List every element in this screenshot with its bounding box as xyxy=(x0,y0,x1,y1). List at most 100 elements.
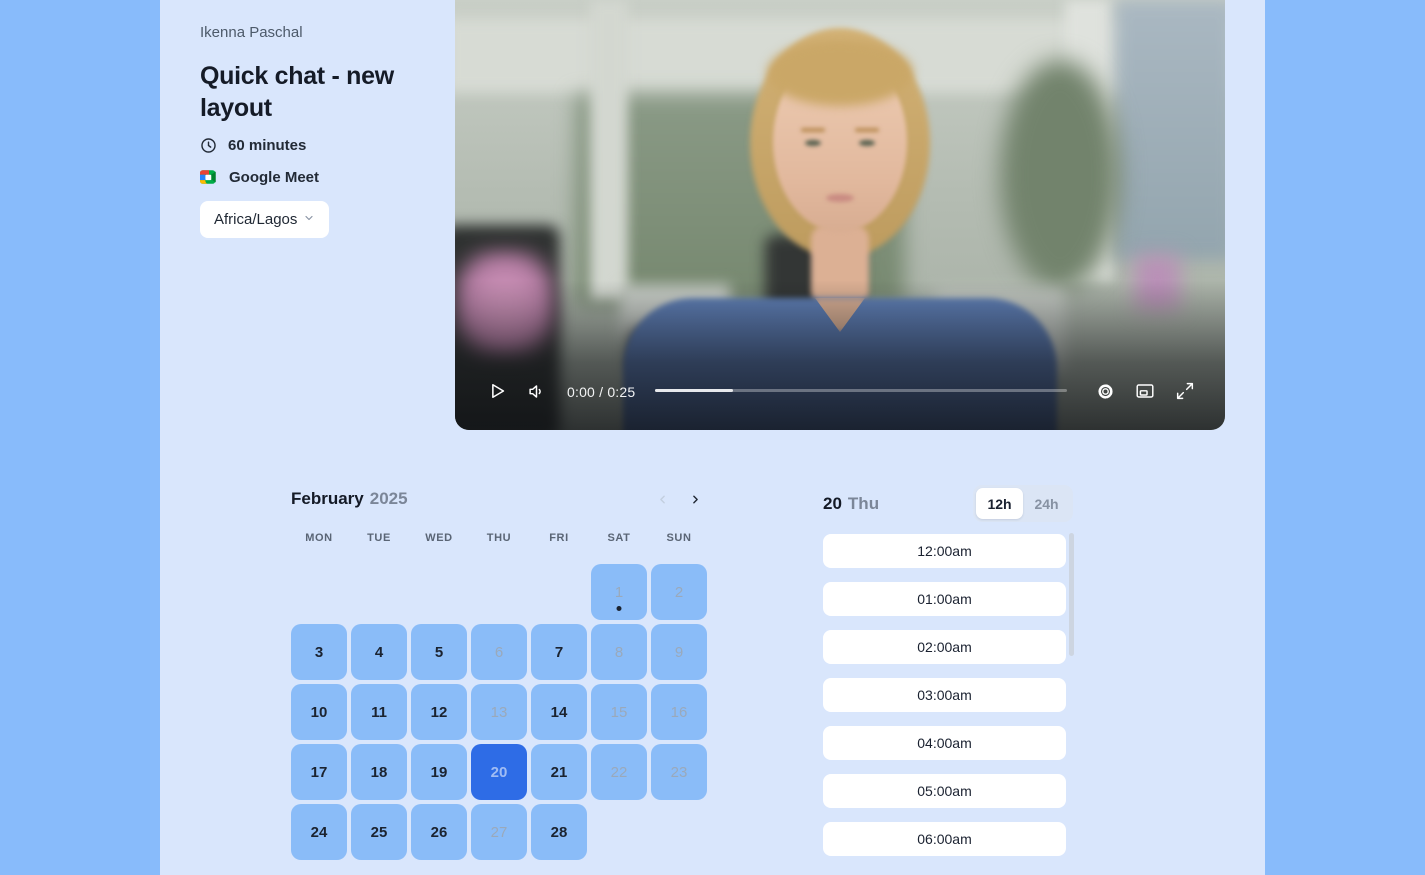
controls-gradient xyxy=(455,280,1225,430)
calendar-day[interactable]: 10 xyxy=(291,684,347,740)
scrollbar-thumb[interactable] xyxy=(1069,533,1074,656)
chevron-down-icon xyxy=(303,211,315,228)
calendar-day-number: 11 xyxy=(371,704,387,721)
next-month-button[interactable] xyxy=(683,487,707,511)
prev-month-button xyxy=(650,487,674,511)
google-meet-icon xyxy=(200,170,218,184)
timezone-value: Africa/Lagos xyxy=(214,211,297,228)
calendar-day-number: 21 xyxy=(551,764,568,781)
weekday-label: FRI xyxy=(531,532,587,544)
duration-label: 60 minutes xyxy=(228,137,306,154)
calendar-day-number: 22 xyxy=(611,764,628,781)
event-title: Quick chat - new layout xyxy=(200,60,425,124)
calendar-day-number: 10 xyxy=(311,704,328,721)
calendar-day-number: 6 xyxy=(495,644,503,661)
calendar-day-number: 3 xyxy=(315,644,323,661)
time-slot[interactable]: 12:00am xyxy=(823,534,1066,568)
time-slot[interactable]: 04:00am xyxy=(823,726,1066,760)
weekday-label: WED xyxy=(411,532,467,544)
selected-day-weekday: Thu xyxy=(848,494,879,514)
presenter-brow xyxy=(855,128,879,132)
presenter-brow xyxy=(801,128,825,132)
calendar-day-number: 20 xyxy=(491,764,508,781)
settings-icon[interactable] xyxy=(1093,379,1117,403)
play-button[interactable] xyxy=(485,379,509,403)
progress-bar[interactable] xyxy=(655,389,1067,392)
calendar-day-number: 27 xyxy=(491,824,508,841)
weekday-label: SUN xyxy=(651,532,707,544)
picture-in-picture-icon[interactable] xyxy=(1133,379,1157,403)
calendar-day[interactable]: 12 xyxy=(411,684,467,740)
calendar-day: 13 xyxy=(471,684,527,740)
calendar-day[interactable]: 20 xyxy=(471,744,527,800)
time-display: 0:00 / 0:25 xyxy=(567,384,635,400)
calendar-header: February 2025 xyxy=(291,487,707,511)
time-format-toggle: 12h 24h xyxy=(973,485,1073,522)
calendar-month: February xyxy=(291,489,364,509)
calendar-day[interactable]: 24 xyxy=(291,804,347,860)
presenter-hairline xyxy=(767,40,913,106)
calendar-day: 23 xyxy=(651,744,707,800)
weekday-label: THU xyxy=(471,532,527,544)
calendar-day[interactable]: 28 xyxy=(531,804,587,860)
clock-icon xyxy=(200,137,217,154)
toggle-24h[interactable]: 24h xyxy=(1023,488,1070,519)
calendar-day-number: 13 xyxy=(491,704,508,721)
time-slot[interactable]: 02:00am xyxy=(823,630,1066,664)
calendar-day-number: 16 xyxy=(671,704,688,721)
content-panel: Ikenna Paschal Quick chat - new layout 6… xyxy=(160,0,1265,875)
calendar-year: 2025 xyxy=(370,489,408,509)
calendar: February 2025 MONT xyxy=(291,487,707,860)
calendar-day[interactable]: 11 xyxy=(351,684,407,740)
time-slot[interactable]: 06:00am xyxy=(823,822,1066,856)
calendar-day[interactable]: 7 xyxy=(531,624,587,680)
calendar-day-number: 24 xyxy=(311,824,328,841)
calendar-day[interactable]: 4 xyxy=(351,624,407,680)
presenter-lips xyxy=(826,194,854,202)
calendar-day[interactable]: 26 xyxy=(411,804,467,860)
toggle-12h[interactable]: 12h xyxy=(976,488,1023,519)
weekday-label: SAT xyxy=(591,532,647,544)
calendar-day[interactable]: 21 xyxy=(531,744,587,800)
selected-day-number: 20 xyxy=(823,494,842,514)
calendar-day-number: 8 xyxy=(615,644,623,661)
calendar-day-number: 25 xyxy=(371,824,388,841)
calendar-day[interactable]: 18 xyxy=(351,744,407,800)
volume-button[interactable] xyxy=(524,379,548,403)
time-slot[interactable]: 01:00am xyxy=(823,582,1066,616)
calendar-day: 1 xyxy=(591,564,647,620)
calendar-day[interactable]: 17 xyxy=(291,744,347,800)
calendar-day[interactable]: 25 xyxy=(351,804,407,860)
calendar-day: 22 xyxy=(591,744,647,800)
location-label: Google Meet xyxy=(229,169,319,186)
presenter-eye xyxy=(805,140,821,146)
location-row: Google Meet xyxy=(200,168,319,186)
calendar-day[interactable]: 19 xyxy=(411,744,467,800)
calendar-day-number: 17 xyxy=(311,764,328,781)
time-slot[interactable]: 03:00am xyxy=(823,678,1066,712)
calendar-day-number: 5 xyxy=(435,644,443,661)
calendar-day-number: 19 xyxy=(431,764,448,781)
progress-played xyxy=(655,389,733,392)
calendar-nav xyxy=(650,487,707,511)
calendar-day-number: 23 xyxy=(671,764,688,781)
calendar-day: 8 xyxy=(591,624,647,680)
calendar-day-number: 26 xyxy=(431,824,448,841)
video-player[interactable]: 0:00 / 0:25 xyxy=(455,0,1225,430)
calendar-day: 16 xyxy=(651,684,707,740)
calendar-day-number: 28 xyxy=(551,824,568,841)
scene-window-mountains xyxy=(1115,0,1225,260)
calendar-day[interactable]: 5 xyxy=(411,624,467,680)
host-name: Ikenna Paschal xyxy=(200,24,303,41)
calendar-day: 9 xyxy=(651,624,707,680)
calendar-day-number: 7 xyxy=(555,644,563,661)
fullscreen-icon[interactable] xyxy=(1173,379,1197,403)
time-slot-list: 12:00am 01:00am 02:00am 03:00am 04:00am 05:00… xyxy=(823,534,1066,856)
calendar-day[interactable]: 14 xyxy=(531,684,587,740)
presenter-eye xyxy=(859,140,875,146)
duration-row: 60 minutes xyxy=(200,136,306,154)
timezone-select[interactable]: Africa/Lagos xyxy=(200,201,329,238)
time-slot[interactable]: 05:00am xyxy=(823,774,1066,808)
calendar-day[interactable]: 3 xyxy=(291,624,347,680)
calendar-day: 6 xyxy=(471,624,527,680)
